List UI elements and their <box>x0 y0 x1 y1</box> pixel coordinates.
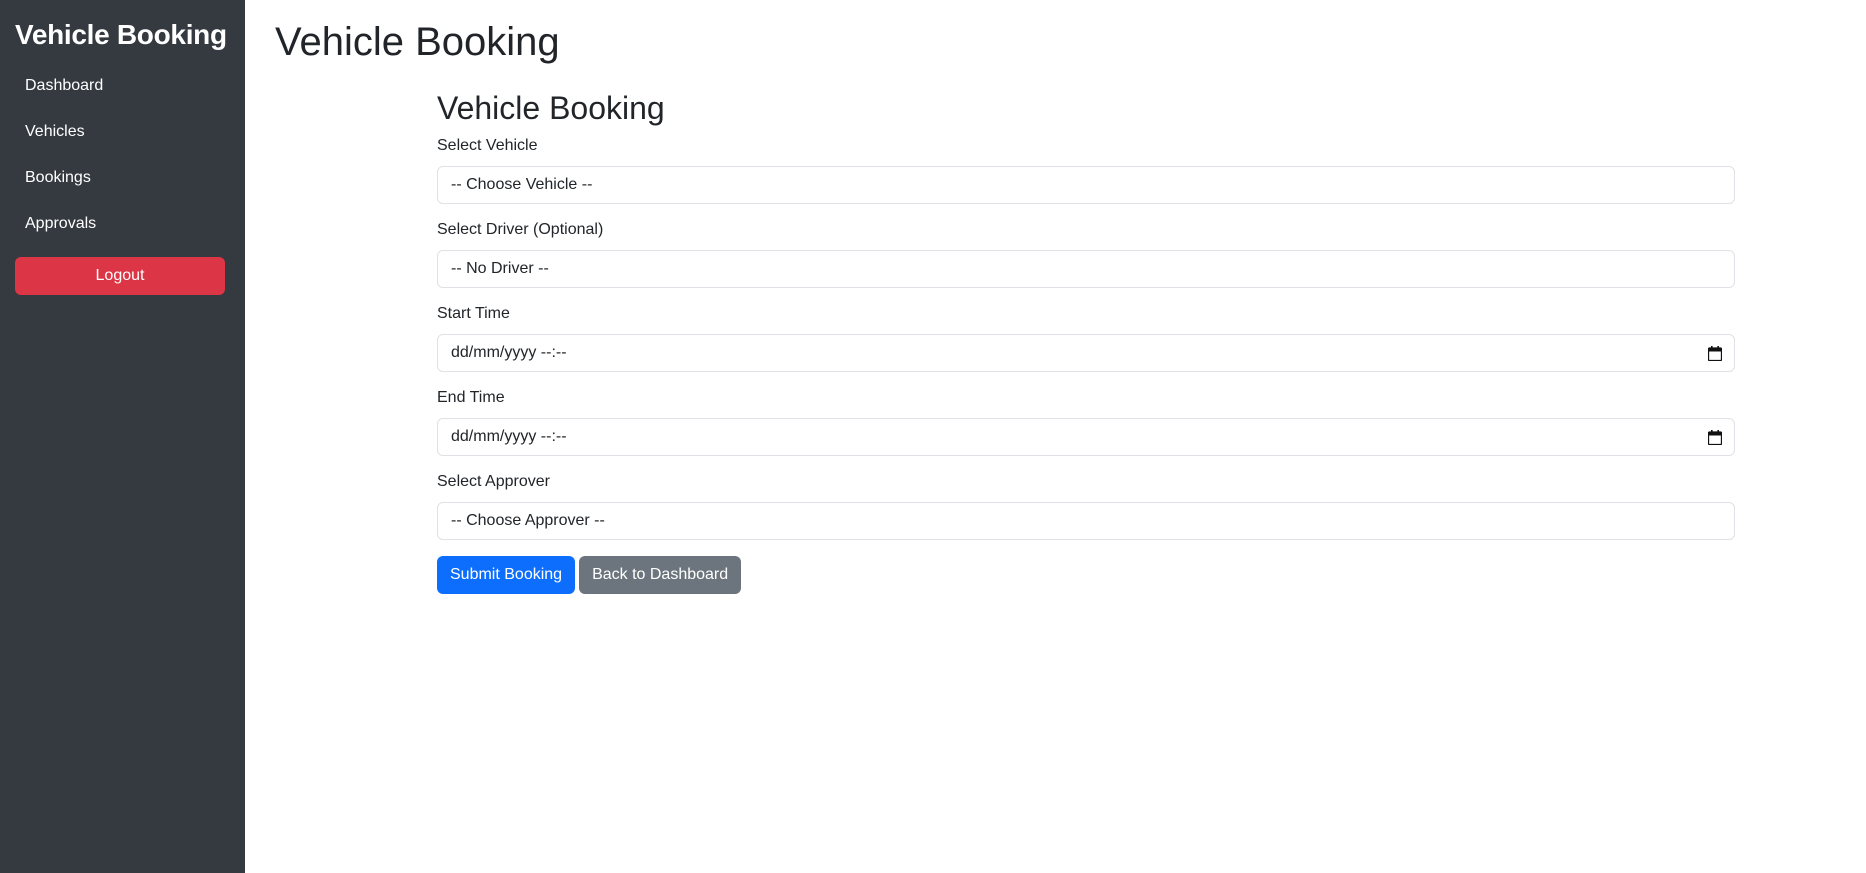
main-content: Vehicle Booking Vehicle Booking Select V… <box>245 0 1866 873</box>
calendar-icon[interactable] <box>1708 346 1722 361</box>
logout-button[interactable]: Logout <box>15 257 225 295</box>
sidebar-brand: Vehicle Booking <box>15 19 227 50</box>
approver-select[interactable]: -- Choose Approver -- <box>437 502 1735 540</box>
vehicle-select[interactable]: -- Choose Vehicle -- <box>437 166 1735 204</box>
end-time-value: dd/mm/yyyy --:-- <box>451 428 567 445</box>
form-title: Vehicle Booking <box>437 90 665 126</box>
app-root: Vehicle Booking Dashboard Vehicles Booki… <box>0 0 1866 873</box>
sidebar-item-bookings[interactable]: Bookings <box>15 157 230 199</box>
sidebar-item-dashboard[interactable]: Dashboard <box>15 65 230 107</box>
driver-group: Select Driver (Optional) -- No Driver -- <box>437 220 1735 288</box>
end-time-input[interactable]: dd/mm/yyyy --:-- <box>437 418 1735 456</box>
approver-select-value: -- Choose Approver -- <box>451 512 605 529</box>
sidebar: Vehicle Booking Dashboard Vehicles Booki… <box>0 0 245 873</box>
approver-label: Select Approver <box>437 473 550 490</box>
end-time-label: End Time <box>437 389 505 406</box>
page-title: Vehicle Booking <box>275 20 560 64</box>
form-actions: Submit Booking Back to Dashboard <box>437 556 1735 594</box>
driver-select[interactable]: -- No Driver -- <box>437 250 1735 288</box>
start-time-label: Start Time <box>437 305 510 322</box>
vehicle-label: Select Vehicle <box>437 137 538 154</box>
submit-booking-button[interactable]: Submit Booking <box>437 556 576 594</box>
approver-group: Select Approver -- Choose Approver -- <box>437 472 1735 540</box>
sidebar-item-vehicles[interactable]: Vehicles <box>15 111 230 153</box>
start-time-input[interactable]: dd/mm/yyyy --:-- <box>437 334 1735 372</box>
vehicle-select-value: -- Choose Vehicle -- <box>451 176 593 193</box>
booking-form: Vehicle Booking Select Vehicle -- Choose… <box>437 88 1735 594</box>
sidebar-nav: Dashboard Vehicles Bookings Approvals <box>15 65 230 245</box>
sidebar-item-approvals[interactable]: Approvals <box>15 203 230 245</box>
driver-label: Select Driver (Optional) <box>437 221 604 238</box>
calendar-icon[interactable] <box>1708 430 1722 445</box>
driver-select-value: -- No Driver -- <box>451 260 549 277</box>
start-time-group: Start Time dd/mm/yyyy --:-- <box>437 304 1735 372</box>
vehicle-group: Select Vehicle -- Choose Vehicle -- <box>437 136 1735 204</box>
end-time-group: End Time dd/mm/yyyy --:-- <box>437 388 1735 456</box>
start-time-value: dd/mm/yyyy --:-- <box>451 344 567 361</box>
back-to-dashboard-button[interactable]: Back to Dashboard <box>579 556 742 594</box>
